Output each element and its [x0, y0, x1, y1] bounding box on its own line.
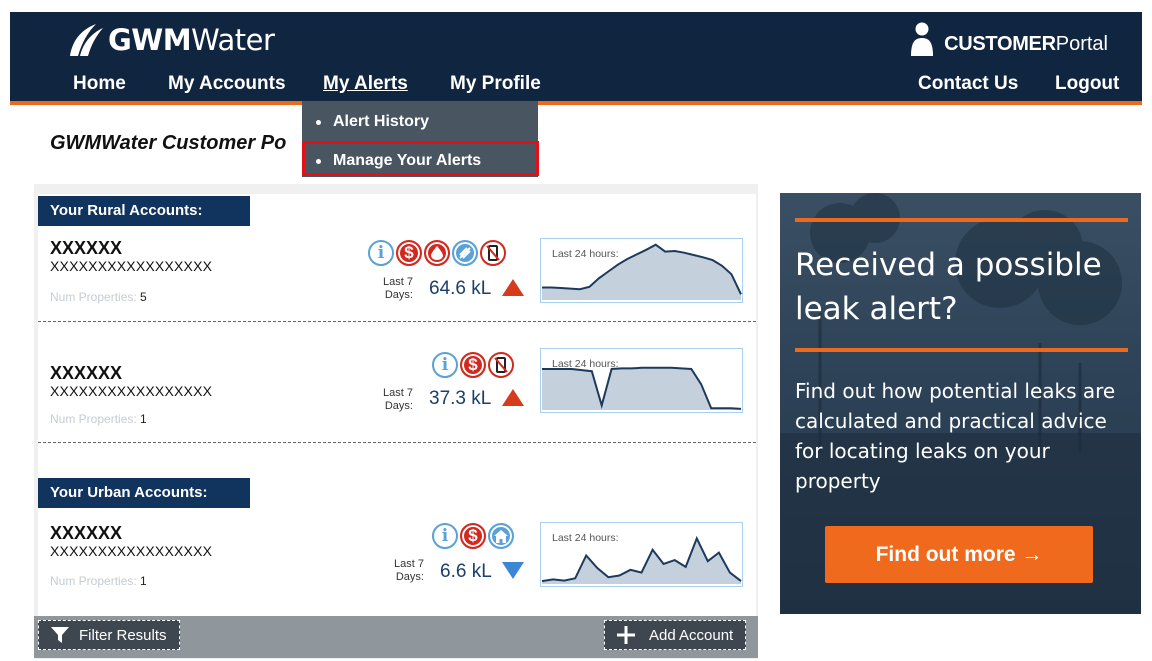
highlight-box [302, 141, 539, 176]
no-mobile-icon[interactable] [488, 352, 514, 378]
sparkline-area [542, 538, 741, 584]
usage-value: 64.6 kL [429, 278, 492, 299]
usage-sparkline[interactable]: Last 24 hours: [540, 522, 743, 587]
add-account-button[interactable]: Add Account [604, 620, 747, 650]
last7-line1: Last 7 [383, 387, 413, 399]
gwmwater-logo[interactable]: GWM Water [66, 22, 275, 58]
home-icon[interactable] [488, 523, 514, 549]
plus-icon [617, 626, 635, 644]
leak-drop-icon[interactable] [424, 240, 450, 266]
row-divider [38, 442, 756, 443]
num-properties: Num Properties: 1 [50, 412, 147, 426]
num-properties-value: 5 [140, 290, 147, 304]
usage-value: 6.6 kL [440, 561, 492, 582]
last7-line2: Days: [384, 400, 413, 412]
account-number: XXXXXXXXXXXXXXXXX [50, 543, 213, 559]
trend-up-icon [502, 389, 524, 406]
nav-home[interactable]: Home [73, 73, 126, 95]
sparkline-area [542, 367, 741, 410]
sparkline-label: Last 24 hours: [552, 532, 619, 544]
sparkline-label: Last 24 hours: [552, 248, 619, 260]
leaf-logo-icon [70, 24, 103, 56]
dollar-icon[interactable]: $ [396, 240, 422, 266]
num-properties-value: 1 [140, 574, 147, 588]
alert-icons: i $ [432, 352, 514, 378]
account-name: XXXXXX [50, 238, 123, 258]
filter-icon [51, 627, 69, 643]
num-properties: Num Properties: 5 [50, 290, 147, 304]
page-title: GWMWater Customer Po [50, 132, 287, 154]
rural-accounts-label: Your Rural Accounts: [38, 196, 250, 226]
trend-up-icon [502, 279, 524, 296]
nav-my-accounts[interactable]: My Accounts [168, 73, 286, 95]
add-account-label: Add Account [649, 626, 734, 644]
last7-line2: Days: [395, 571, 424, 583]
last7-line1: Last 7 [394, 558, 424, 570]
menu-item-label: Alert History [333, 113, 430, 130]
nav-contact-us[interactable]: Contact Us [918, 73, 1018, 95]
info-icon[interactable]: i [368, 240, 394, 266]
no-mobile-icon[interactable] [480, 240, 506, 266]
alert-icons: i $ [368, 240, 506, 266]
main-nav: Home My Accounts My Alerts My Profile Co… [10, 67, 1142, 105]
num-properties-value: 1 [140, 412, 147, 426]
logo-bold-text: GWM [108, 23, 192, 57]
orange-rule [795, 348, 1128, 352]
info-icon[interactable]: i [432, 523, 458, 549]
nav-my-alerts[interactable]: My Alerts [323, 73, 408, 95]
urban-accounts-label: Your Urban Accounts: [38, 478, 250, 508]
dollar-icon[interactable]: $ [460, 352, 486, 378]
portal-bold-text: CUSTOMER [944, 33, 1056, 55]
meter-icon[interactable] [452, 240, 478, 266]
account-name: XXXXXX [50, 363, 123, 383]
filter-results-button[interactable]: Filter Results [38, 620, 180, 650]
bullet-icon [316, 119, 321, 125]
last-7-days-label: Last 7 Days: [383, 387, 413, 413]
last-7-days-label: Last 7 Days: [394, 558, 424, 584]
customer-portal-brand: CUSTOMER Portal [910, 22, 1108, 56]
dollar-icon[interactable]: $ [460, 523, 486, 549]
num-properties-label: Num Properties: [50, 412, 137, 426]
promo-text: Find out how potential leaks are calcula… [795, 379, 1116, 493]
row-divider [38, 321, 756, 322]
sparkline-label: Last 24 hours: [552, 358, 619, 370]
menu-item-alert-history[interactable]: Alert History [316, 113, 429, 131]
usage-sparkline[interactable]: Last 24 hours: [540, 348, 743, 413]
last-7-days-label: Last 7 Days: [383, 276, 413, 302]
last7-line2: Days: [384, 289, 413, 301]
nav-logout[interactable]: Logout [1055, 73, 1119, 95]
last7-line1: Last 7 [383, 276, 413, 288]
logo-light-text: Water [191, 23, 275, 57]
orange-rule [795, 218, 1128, 222]
nav-my-profile[interactable]: My Profile [450, 73, 541, 95]
account-name: XXXXXX [50, 523, 123, 543]
promo-title: Received a possible leak alert? [795, 247, 1102, 327]
account-number: XXXXXXXXXXXXXXXXX [50, 258, 213, 274]
top-header: GWM Water CUSTOMER Portal [10, 12, 1142, 67]
account-number: XXXXXXXXXXXXXXXXX [50, 383, 213, 399]
usage-sparkline[interactable]: Last 24 hours: [540, 238, 743, 303]
num-properties-label: Num Properties: [50, 574, 137, 588]
num-properties: Num Properties: 1 [50, 574, 147, 588]
info-icon[interactable]: i [432, 352, 458, 378]
filter-results-label: Filter Results [79, 626, 167, 644]
usage-value: 37.3 kL [429, 388, 492, 409]
portal-light-text: Portal [1055, 33, 1108, 55]
trend-down-icon [502, 562, 524, 579]
find-out-more-button[interactable]: Find out more → [825, 526, 1093, 583]
num-properties-label: Num Properties: [50, 290, 137, 304]
person-icon [911, 22, 934, 56]
alert-icons: i $ [432, 523, 514, 549]
leak-alert-promo: Received a possible leak alert? Find out… [780, 193, 1141, 614]
panel-footer: Filter Results Add Account [34, 616, 758, 658]
